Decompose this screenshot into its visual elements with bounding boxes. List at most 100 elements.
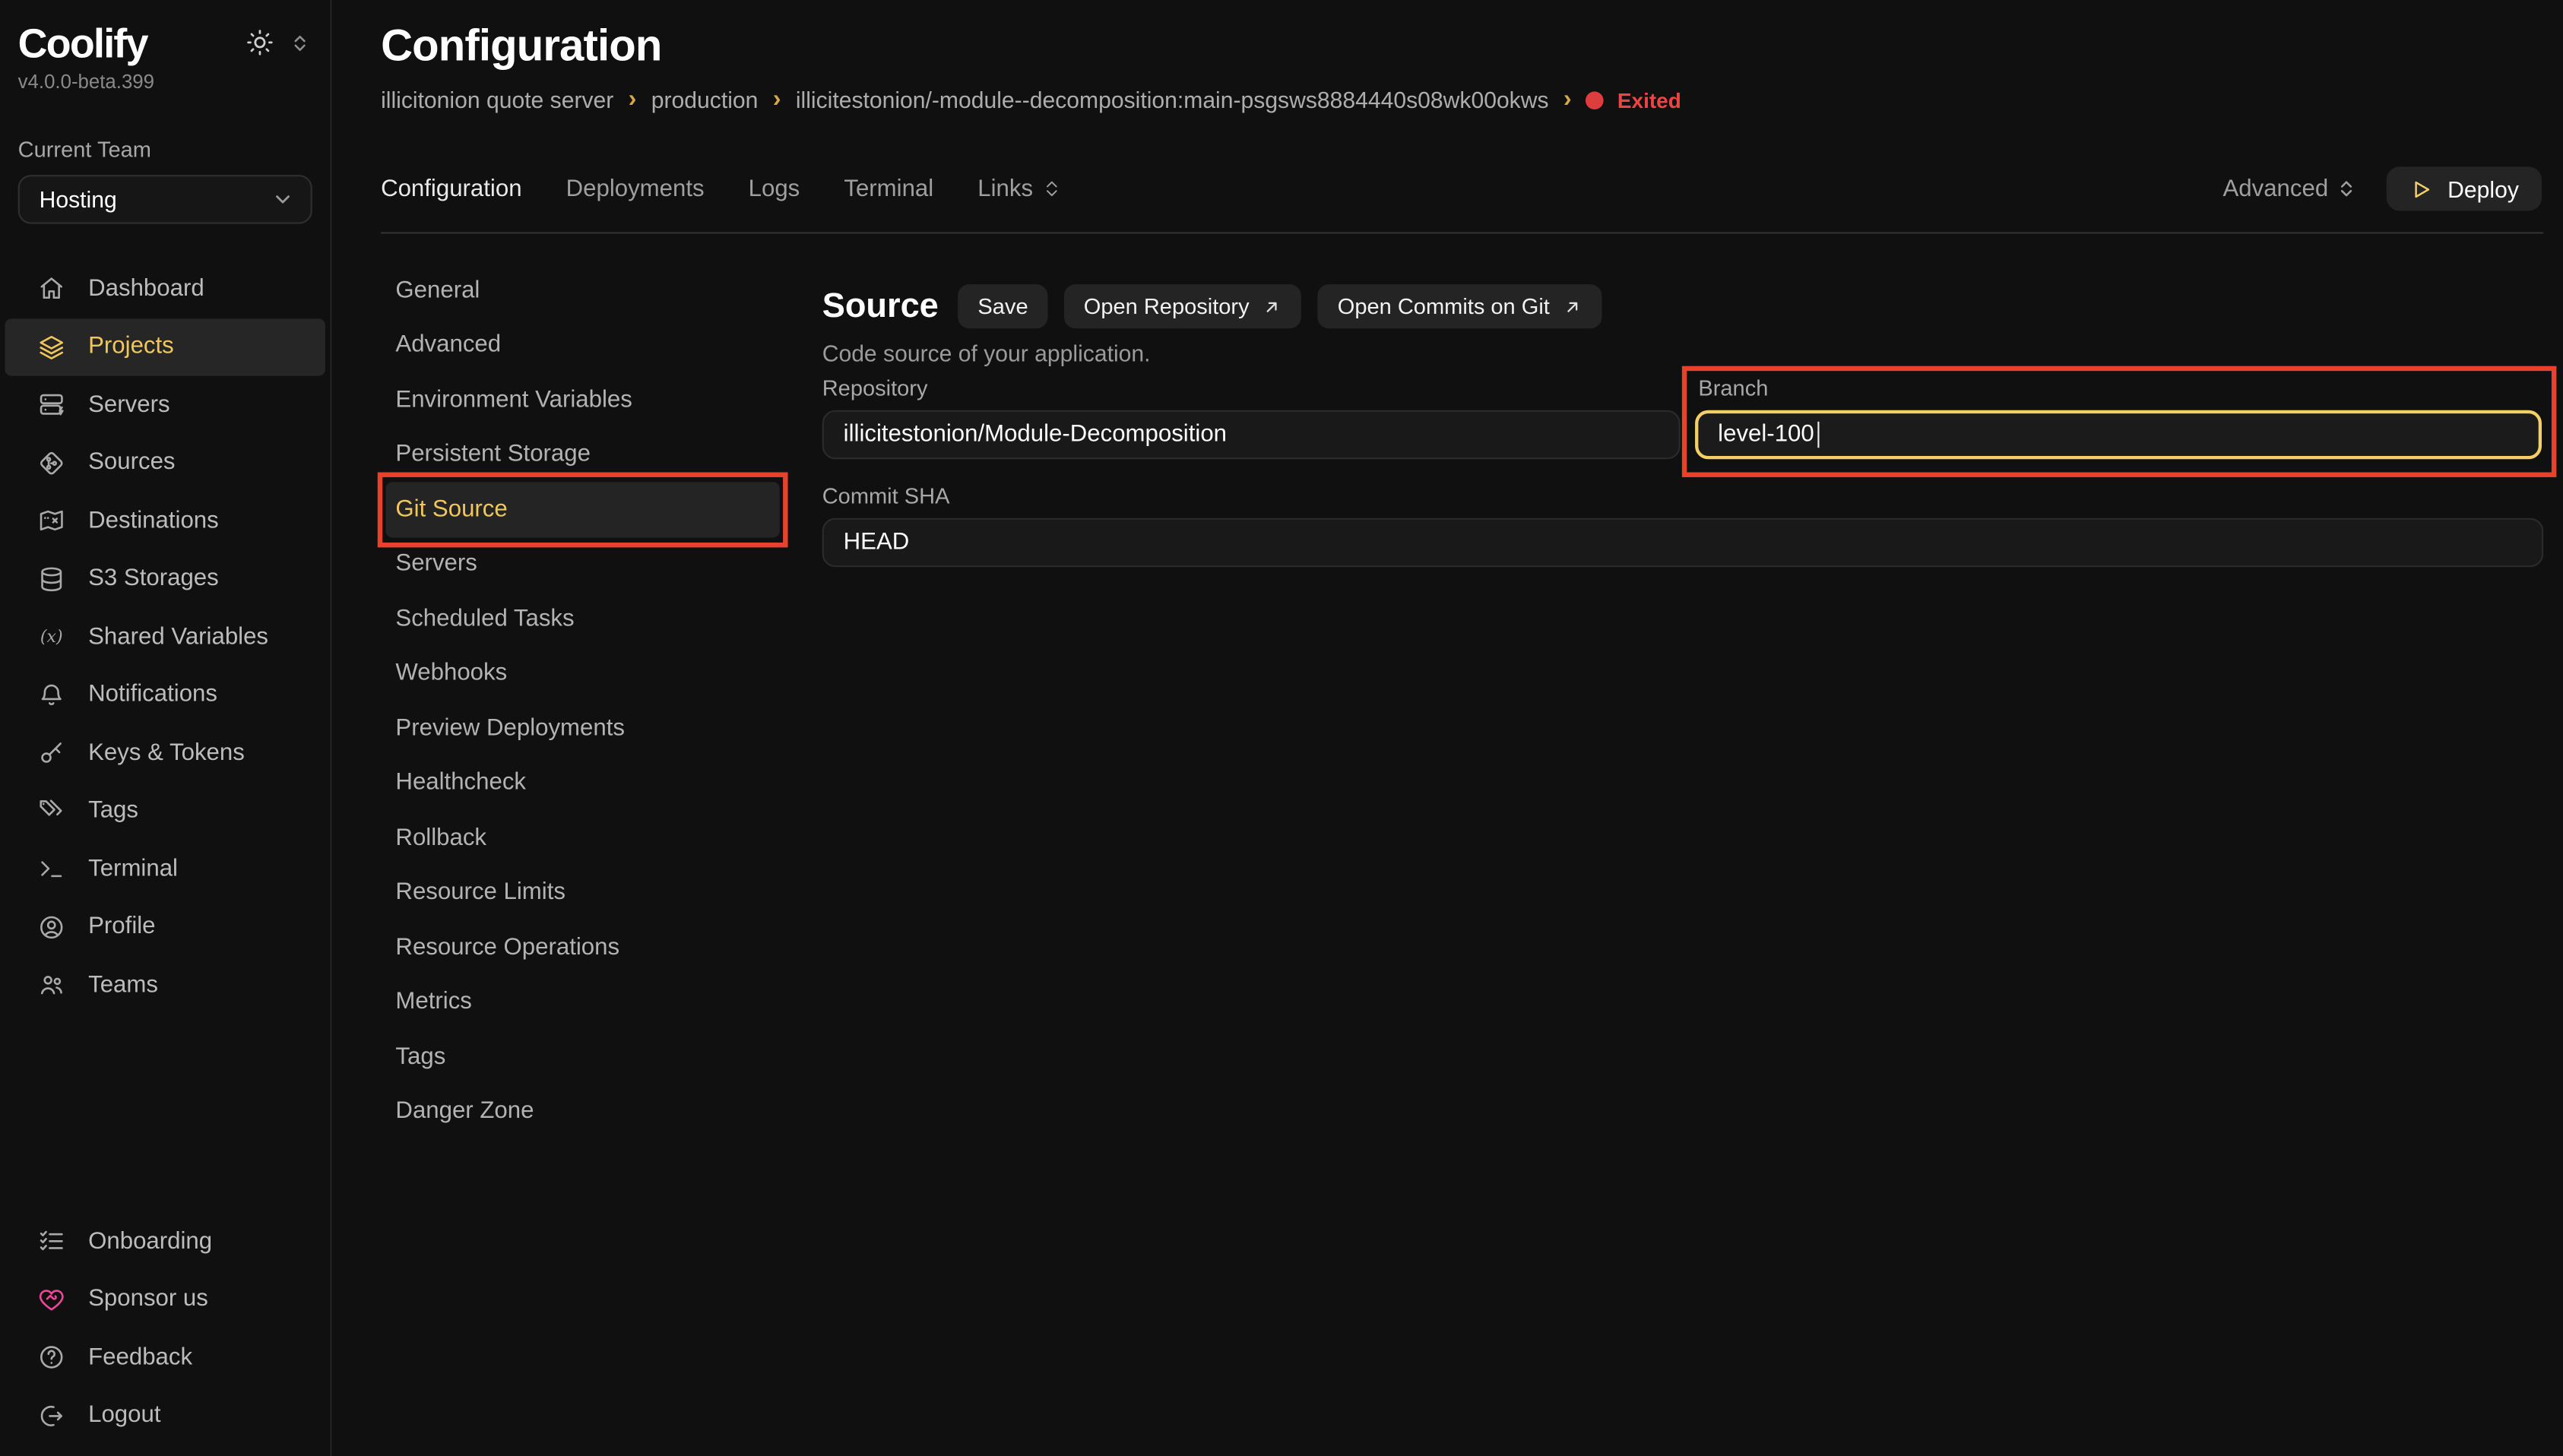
sidebar-item-notifications[interactable]: Notifications — [5, 666, 325, 723]
open-commits-button[interactable]: Open Commits on Git — [1318, 284, 1602, 328]
subnav-item-label: Persistent Storage — [395, 442, 591, 467]
subnav-item-tags[interactable]: Tags — [386, 1030, 780, 1084]
sidebar-item-feedback[interactable]: Feedback — [5, 1328, 325, 1386]
users-icon — [37, 971, 65, 999]
sidebar-item-sources[interactable]: Sources — [5, 434, 325, 492]
tab-links[interactable]: Links — [977, 176, 1063, 201]
advanced-label: Advanced — [2222, 176, 2328, 201]
tab-terminal[interactable]: Terminal — [844, 176, 933, 201]
sidebar-item-onboarding[interactable]: Onboarding — [5, 1213, 325, 1271]
app-version: v4.0.0-beta.399 — [0, 70, 330, 93]
sidebar-item-destinations[interactable]: Destinations — [5, 492, 325, 549]
subnav-item-label: General — [395, 277, 480, 303]
subnav-item-general[interactable]: General — [386, 263, 780, 318]
tabs-row: Configuration Deployments Logs Terminal Link… — [381, 166, 2563, 210]
subnav-item-danger-zone[interactable]: Danger Zone — [386, 1084, 780, 1139]
theme-sun-icon[interactable] — [246, 28, 275, 58]
repository-input[interactable]: illicitestonion/Module-Decomposition — [822, 410, 1681, 460]
chevrons-updown-icon — [2336, 178, 2358, 199]
team-select[interactable]: Hosting — [18, 175, 312, 224]
sidebar-item-servers[interactable]: Servers — [5, 376, 325, 434]
source-panel: Source Save Open Repository Open Commits… — [822, 263, 2557, 1139]
subnav-item-healthcheck[interactable]: Healthcheck — [386, 756, 780, 811]
list-checks-icon — [37, 1228, 65, 1256]
subnav-item-scheduled-tasks[interactable]: Scheduled Tasks — [386, 591, 780, 646]
breadcrumb-item[interactable]: illicitestonion/-module--decomposition:m… — [796, 87, 1549, 112]
tabs-divider — [381, 232, 2543, 233]
sidebar-bottom-nav: Onboarding Sponsor usFeedbackLogout — [0, 1213, 330, 1445]
subnav-item-preview-deployments[interactable]: Preview Deployments — [386, 701, 780, 756]
commit-sha-input[interactable]: HEAD — [822, 518, 2543, 568]
sidebar-item-tags[interactable]: Tags — [5, 782, 325, 840]
tab-configuration[interactable]: Configuration — [381, 176, 521, 201]
subnav-item-environment-variables[interactable]: Environment Variables — [386, 372, 780, 427]
svg-text:(x): (x) — [40, 628, 63, 647]
subnav-item-label: Advanced — [395, 332, 501, 358]
logout-icon — [37, 1402, 65, 1430]
open-repository-button[interactable]: Open Repository — [1064, 284, 1301, 328]
settings-subnav: General Advanced Environment Variables Pers… — [381, 263, 822, 1139]
key-icon — [37, 739, 65, 768]
tab-logs[interactable]: Logs — [749, 176, 800, 201]
team-select-value: Hosting — [40, 186, 117, 212]
subnav-item-resource-limits[interactable]: Resource Limits — [386, 866, 780, 920]
sidebar-item-terminal[interactable]: Terminal — [5, 840, 325, 897]
subnav-item-resource-operations[interactable]: Resource Operations — [386, 920, 780, 975]
save-button[interactable]: Save — [958, 284, 1048, 328]
sidebar-item-label: S3 Storages — [88, 566, 219, 592]
sidebar-item-shared-variables[interactable]: (x)Shared Variables — [5, 608, 325, 666]
sidebar-item-label: Servers — [88, 392, 169, 418]
user-circle-icon — [37, 913, 65, 942]
sidebar-item-profile[interactable]: Profile — [5, 898, 325, 956]
text-caret — [1817, 422, 1820, 448]
tab-label: Logs — [749, 176, 800, 201]
sidebar-item-logout[interactable]: Logout — [5, 1387, 325, 1445]
tab-label: Deployments — [566, 176, 705, 201]
subnav-item-advanced[interactable]: Advanced — [386, 318, 780, 372]
subnav-item-webhooks[interactable]: Webhooks — [386, 647, 780, 701]
page-title: Configuration — [381, 21, 2563, 72]
chevron-right-icon: › — [1563, 84, 1572, 112]
repository-label: Repository — [822, 376, 1681, 402]
sidebar-item-label: Dashboard — [88, 276, 204, 302]
sidebar-item-label: Tags — [88, 798, 138, 824]
subnav-item-servers[interactable]: Servers — [386, 537, 780, 591]
sidebar-item-label: Onboarding — [88, 1229, 212, 1255]
commit-sha-value: HEAD — [844, 530, 910, 555]
sidebar-item-dashboard[interactable]: Dashboard — [5, 260, 325, 318]
breadcrumb-item[interactable]: production — [651, 87, 759, 112]
tags-icon — [37, 797, 65, 825]
subnav-item-persistent-storage[interactable]: Persistent Storage — [386, 427, 780, 482]
breadcrumb-item[interactable]: illicitonion quote server — [381, 87, 613, 112]
subnav-item-rollback[interactable]: Rollback — [386, 811, 780, 866]
commit-sha-label: Commit SHA — [822, 484, 2543, 510]
branch-input[interactable]: level-100 — [1695, 410, 2542, 460]
advanced-dropdown[interactable]: Advanced — [2222, 176, 2357, 201]
branch-label: Branch — [1698, 376, 2542, 402]
chevrons-updown-icon — [1041, 178, 1063, 199]
subnav-item-label: Resource Limits — [395, 880, 566, 906]
sidebar-item-label: Sources — [88, 450, 175, 476]
subnav-item-label: Preview Deployments — [395, 715, 625, 741]
subnav-item-label: Scheduled Tasks — [395, 606, 574, 631]
tab-deployments[interactable]: Deployments — [566, 176, 705, 201]
tab-label: Terminal — [844, 176, 933, 201]
save-label: Save — [977, 294, 1028, 318]
subnav-item-git-source[interactable]: Git Source — [386, 482, 780, 537]
deploy-button[interactable]: Deploy — [2387, 166, 2542, 210]
sidebar-item-sponsor-us[interactable]: Sponsor us — [5, 1271, 325, 1328]
theme-chevrons-icon[interactable] — [290, 32, 311, 53]
help-circle-icon — [37, 1344, 65, 1372]
subnav-item-metrics[interactable]: Metrics — [386, 975, 780, 1030]
arrow-up-right-icon — [1262, 296, 1282, 316]
sidebar-item-projects[interactable]: Projects — [5, 318, 325, 375]
sidebar-item-label: Terminal — [88, 856, 178, 882]
sidebar-item-label: Notifications — [88, 682, 217, 707]
sidebar-item-keys-tokens[interactable]: Keys & Tokens — [5, 724, 325, 782]
status-dot-icon — [1586, 90, 1605, 109]
sidebar-item-label: Teams — [88, 972, 158, 998]
sidebar-item-s3-storages[interactable]: S3 Storages — [5, 550, 325, 608]
sidebar-item-teams[interactable]: Teams — [5, 956, 325, 1014]
app-logo: Coolify — [18, 23, 147, 65]
branch-value: level-100 — [1718, 422, 1814, 448]
